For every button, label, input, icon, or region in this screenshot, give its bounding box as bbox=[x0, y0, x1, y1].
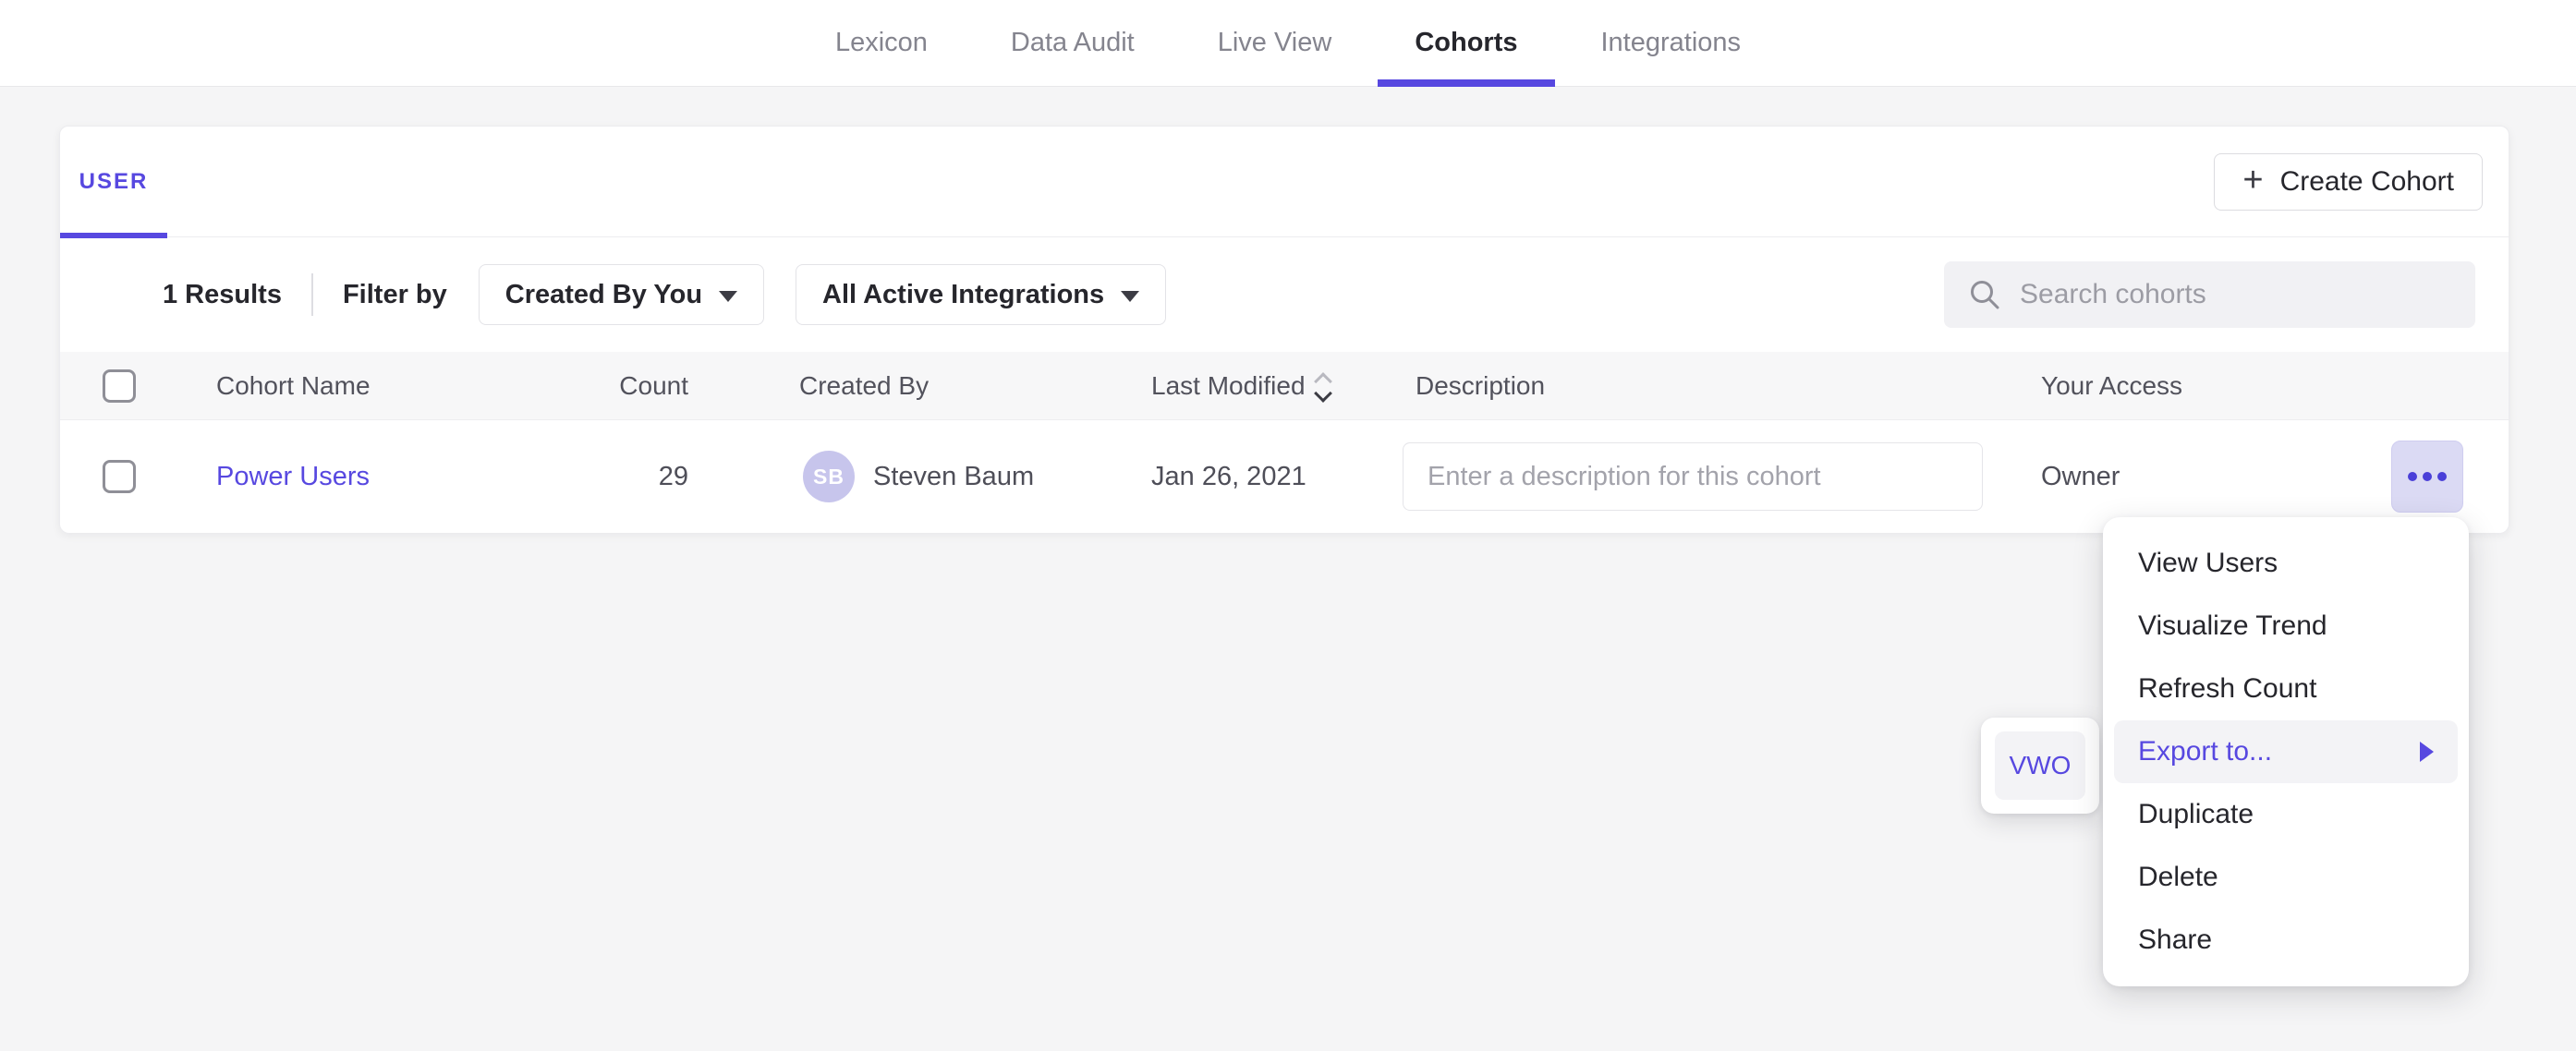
plus-icon: + bbox=[2242, 163, 2263, 198]
nav-tab-integrations[interactable]: Integrations bbox=[1596, 0, 1747, 87]
created-by-name: Steven Baum bbox=[873, 420, 1034, 533]
created-by-filter-dropdown[interactable]: Created By You bbox=[479, 264, 764, 325]
export-to-label: Export to... bbox=[2138, 736, 2272, 767]
menu-item-visualize-trend[interactable]: Visualize Trend bbox=[2114, 595, 2458, 658]
menu-item-share[interactable]: Share bbox=[2114, 909, 2458, 972]
panel-tabs-row: USER + Create Cohort bbox=[60, 127, 2509, 237]
nav-tab-live-view[interactable]: Live View bbox=[1212, 0, 1338, 87]
column-header-created-by: Created By bbox=[799, 352, 929, 420]
created-by-filter-value: Created By You bbox=[505, 280, 702, 310]
column-header-cohort-name: Cohort Name bbox=[216, 352, 371, 420]
filter-by-label: Filter by bbox=[343, 280, 447, 310]
access-value: Owner bbox=[2041, 420, 2120, 533]
sort-icon[interactable] bbox=[1317, 375, 1330, 400]
create-cohort-button[interactable]: + Create Cohort bbox=[2214, 153, 2483, 211]
menu-item-duplicate[interactable]: Duplicate bbox=[2114, 783, 2458, 846]
search-cohorts-box bbox=[1944, 261, 2475, 328]
description-input[interactable] bbox=[1403, 442, 1983, 511]
cohort-name-link[interactable]: Power Users bbox=[216, 462, 370, 492]
row-checkbox[interactable] bbox=[103, 460, 136, 493]
nav-tab-cohorts[interactable]: Cohorts bbox=[1409, 0, 1523, 87]
integrations-filter-value: All Active Integrations bbox=[822, 280, 1104, 310]
column-header-last-modified[interactable]: Last Modified bbox=[1151, 352, 1330, 420]
create-cohort-label: Create Cohort bbox=[2280, 166, 2454, 198]
menu-item-delete[interactable]: Delete bbox=[2114, 846, 2458, 909]
nav-tab-data-audit[interactable]: Data Audit bbox=[1005, 0, 1140, 87]
nav-tab-lexicon[interactable]: Lexicon bbox=[830, 0, 933, 87]
menu-item-view-users[interactable]: View Users bbox=[2114, 532, 2458, 595]
submenu-arrow-icon bbox=[2420, 742, 2434, 762]
more-options-icon bbox=[2408, 472, 2417, 481]
chevron-down-icon bbox=[719, 291, 737, 302]
submenu-item-vwo[interactable]: VWO bbox=[1995, 731, 2085, 800]
menu-item-refresh-count[interactable]: Refresh Count bbox=[2114, 658, 2458, 720]
tab-user[interactable]: USER bbox=[60, 127, 167, 237]
table-row: Power Users 29 SB Steven Baum Jan 26, 20… bbox=[60, 420, 2509, 533]
tab-user-label: USER bbox=[79, 169, 149, 195]
select-all-checkbox[interactable] bbox=[103, 369, 136, 403]
last-modified-date: Jan 26, 2021 bbox=[1151, 420, 1306, 533]
filter-row: 1 Results Filter by Created By You All A… bbox=[60, 237, 2509, 352]
menu-item-export-to[interactable]: Export to... bbox=[2114, 720, 2458, 783]
table-header: Cohort Name Count Created By Last Modifi… bbox=[60, 352, 2509, 420]
column-header-description: Description bbox=[1416, 352, 1545, 420]
results-count: 1 Results bbox=[163, 280, 282, 310]
chevron-down-icon bbox=[1121, 291, 1139, 302]
export-submenu: VWO bbox=[1981, 718, 2099, 814]
search-icon bbox=[1968, 278, 2001, 311]
last-modified-label: Last Modified bbox=[1151, 371, 1306, 401]
top-nav: Lexicon Data Audit Live View Cohorts Int… bbox=[0, 0, 2576, 87]
integrations-filter-dropdown[interactable]: All Active Integrations bbox=[796, 264, 1166, 325]
cohort-count: 29 bbox=[485, 420, 688, 533]
cohorts-panel: USER + Create Cohort 1 Results Filter by… bbox=[59, 126, 2509, 533]
avatar: SB bbox=[803, 451, 855, 502]
row-actions-menu: View Users Visualize Trend Refresh Count… bbox=[2103, 517, 2469, 986]
vertical-divider bbox=[311, 273, 313, 316]
column-header-your-access: Your Access bbox=[2041, 352, 2182, 420]
search-cohorts-input[interactable] bbox=[2020, 279, 2451, 310]
column-header-count: Count bbox=[485, 352, 688, 420]
more-options-button[interactable] bbox=[2391, 441, 2463, 513]
